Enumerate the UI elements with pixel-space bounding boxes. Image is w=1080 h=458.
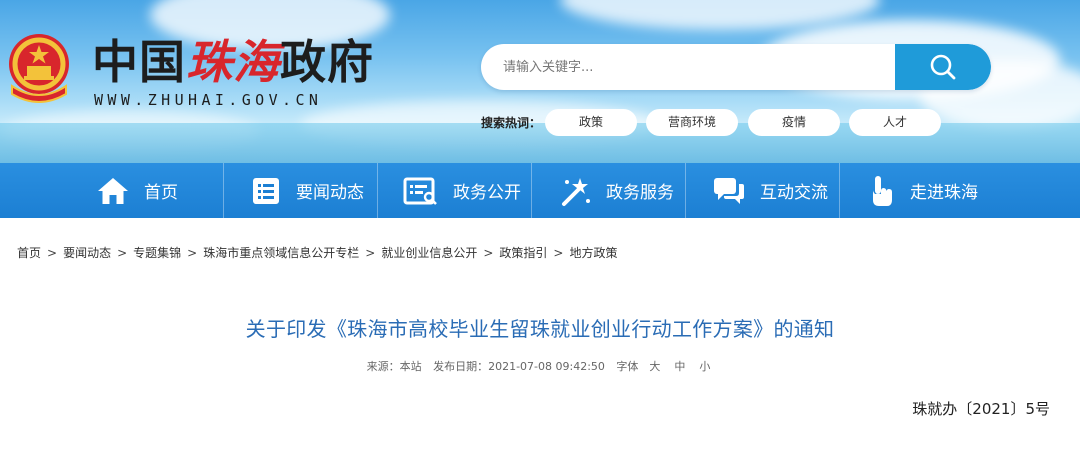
font-size-small-button[interactable]: 小 [699,360,710,373]
hot-tag-epidemic[interactable]: 疫情 [748,109,840,136]
breadcrumb-local-policy[interactable]: 地方政策 [569,246,617,260]
site-header: 中国珠海政府 WWW.ZHUHAI.GOV.CN 搜索热词： 政策 营商环境 疫… [0,0,1080,163]
breadcrumb-chevron-icon: > [365,246,376,260]
nav-divider [531,163,532,218]
breadcrumb-policy-guide[interactable]: 政策指引 [499,246,547,260]
search-box [481,44,991,90]
disclosure-icon [403,177,437,205]
nav-item-services[interactable]: 政务服务 [558,163,674,218]
main-nav: 首页 要闻动态 政务公开 政务服务 互动交流 走进珠海 [0,163,1080,218]
nav-label-interaction: 互动交流 [760,183,828,203]
nav-label-disclosure: 政务公开 [453,183,521,203]
nav-label-services: 政务服务 [606,183,674,203]
nav-label-news: 要闻动态 [296,183,364,203]
site-title: 中国珠海政府 [92,36,374,88]
breadcrumb-key-areas[interactable]: 珠海市重点领域信息公开专栏 [203,246,359,260]
breadcrumb-chevron-icon: > [553,246,564,260]
nav-item-disclosure[interactable]: 政务公开 [403,163,521,218]
site-title-city: 珠海 [186,35,280,89]
breadcrumb-chevron-icon: > [47,246,58,260]
search-icon [930,54,956,80]
font-size-medium-button[interactable]: 中 [674,360,685,373]
nav-divider [223,163,224,218]
national-emblem-icon [9,34,69,103]
pointer-hand-icon [873,175,892,206]
search-input[interactable] [481,44,893,90]
breadcrumb-chevron-icon: > [117,246,128,260]
nav-divider [839,163,840,218]
article-publish-date: 发布日期：2021-07-08 09:42:50 [433,360,605,373]
site-domain: WWW.ZHUHAI.GOV.CN [94,91,323,109]
nav-item-interaction[interactable]: 互动交流 [712,163,828,218]
hot-tag-business-environment[interactable]: 营商环境 [646,109,738,136]
font-size-label: 字体 [616,360,639,373]
chat-icon [714,177,744,204]
breadcrumb-employment[interactable]: 就业创业信息公开 [381,246,477,260]
font-size-large-button[interactable]: 大 [649,360,660,373]
nav-label-home: 首页 [144,183,178,203]
search-button[interactable] [895,44,991,90]
nav-item-about[interactable]: 走进珠海 [866,163,978,218]
breadcrumb-home[interactable]: 首页 [17,246,41,260]
site-title-part1: 中国 [92,35,186,89]
nav-divider [685,163,686,218]
article-title: 关于印发《珠海市高校毕业生留珠就业创业行动工作方案》的通知 [245,317,835,341]
breadcrumb-topics[interactable]: 专题集锦 [133,246,181,260]
service-wand-icon [562,177,590,206]
breadcrumb-chevron-icon: > [187,246,198,260]
nav-divider [377,163,378,218]
nav-label-about: 走进珠海 [910,183,978,203]
nav-item-home[interactable]: 首页 [96,163,178,218]
nav-item-news[interactable]: 要闻动态 [250,163,364,218]
hot-tag-policy[interactable]: 政策 [545,109,637,136]
article-source: 来源：本站 [366,360,422,373]
article-meta: 来源：本站 发布日期：2021-07-08 09:42:50 字体大 中 小 [0,358,1080,374]
hot-tag-talent[interactable]: 人才 [849,109,941,136]
breadcrumb-news[interactable]: 要闻动态 [63,246,111,260]
home-icon [98,177,128,204]
document-number: 珠就办〔2021〕5号 [912,400,1050,418]
news-list-icon [253,177,279,204]
breadcrumb: 首页 > 要闻动态 > 专题集锦 > 珠海市重点领域信息公开专栏 > 就业创业信息公开 > 政策指引… [17,244,617,261]
hot-search-label: 搜索热词： [481,116,542,130]
site-title-part3: 政府 [280,35,374,89]
breadcrumb-chevron-icon: > [483,246,494,260]
